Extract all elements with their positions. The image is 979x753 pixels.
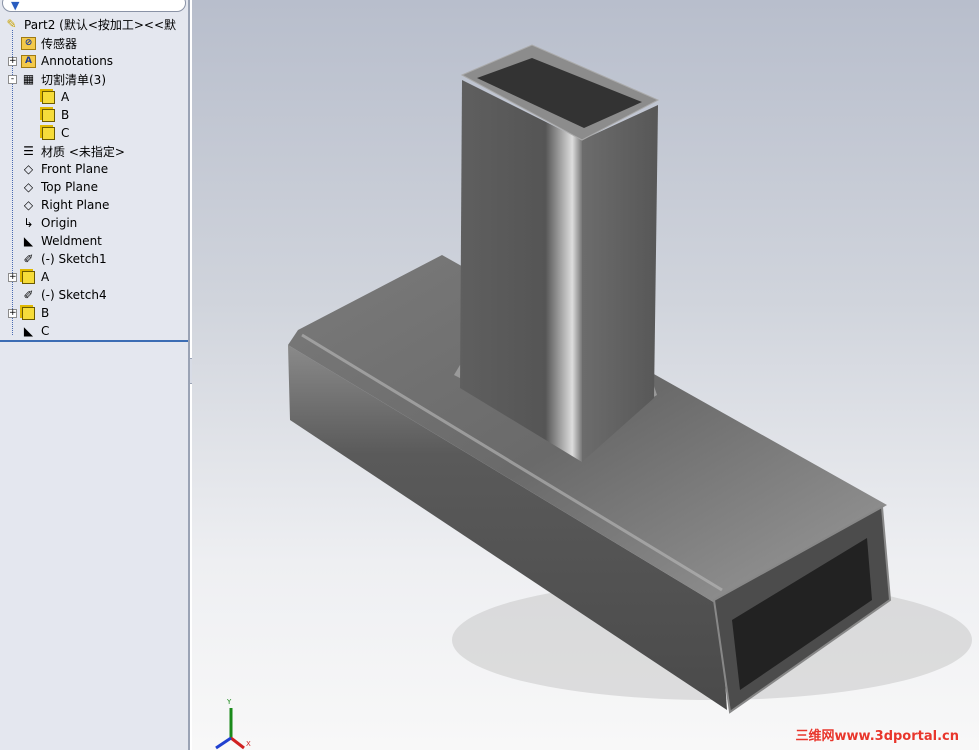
sketch-icon: ✐ bbox=[23, 252, 34, 266]
cut-list-item-icon bbox=[40, 89, 57, 105]
feature-manager-tree: ▼ ✎ Part2 (默认<按加工><<默 ⊘ 传感器 + A Annotations -… bbox=[0, 0, 197, 750]
coordinate-triad: Y X bbox=[204, 698, 254, 750]
tree-item[interactable]: - ▦ 切割清单(3) bbox=[8, 70, 106, 88]
tree-item[interactable]: ◇ Top Plane bbox=[20, 178, 98, 196]
tree-item[interactable]: + A Annotations bbox=[8, 52, 114, 70]
structural-member-icon bbox=[20, 269, 37, 285]
tree-item-label: Weldment bbox=[41, 234, 102, 248]
triad-x-label: X bbox=[246, 740, 251, 748]
structural-member-icon bbox=[20, 305, 37, 321]
tree-item[interactable]: + B bbox=[8, 304, 50, 322]
root-label: Part2 (默认<按加工><<默 bbox=[24, 17, 177, 32]
tree-end-separator bbox=[0, 340, 188, 342]
tree-item-label: B bbox=[61, 108, 70, 122]
collapse-icon[interactable]: - bbox=[8, 74, 17, 84]
tree-item[interactable]: B bbox=[40, 106, 69, 124]
trim-extend-icon: ◣ bbox=[23, 324, 34, 338]
graphics-viewport[interactable]: Y X 三维网www.3dportal.cn bbox=[192, 0, 979, 750]
tree-item-label: C bbox=[61, 126, 70, 140]
tree-item-label: B bbox=[41, 306, 50, 320]
material-icon: ☰ bbox=[23, 144, 34, 158]
tree-item-label: (-) Sketch4 bbox=[41, 288, 107, 302]
tree-item[interactable]: A bbox=[40, 88, 69, 106]
plane-icon: ◇ bbox=[23, 198, 34, 212]
weldment-model bbox=[288, 44, 972, 714]
tree-item[interactable]: + A bbox=[8, 268, 50, 286]
tree-item[interactable]: C bbox=[40, 124, 69, 142]
cut-list-item-icon bbox=[40, 107, 57, 123]
expand-icon[interactable]: + bbox=[8, 56, 17, 66]
expand-icon[interactable]: + bbox=[8, 272, 17, 282]
tree-item-label: C bbox=[41, 324, 50, 338]
tree-item[interactable]: ◣ C bbox=[20, 322, 50, 340]
tree-item[interactable]: ✐ (-) Sketch4 bbox=[20, 286, 107, 304]
tree-item-label: A bbox=[61, 90, 70, 104]
tree-item-label: (-) Sketch1 bbox=[41, 252, 107, 266]
tree-filter[interactable]: ▼ bbox=[2, 0, 186, 12]
tree-item[interactable]: ☰ 材质 <未指定> bbox=[20, 142, 125, 160]
tree-item[interactable]: ↳ Origin bbox=[20, 214, 77, 232]
tree-item-label: Annotations bbox=[41, 54, 114, 68]
tree-item[interactable]: ⊘ 传感器 bbox=[20, 34, 77, 52]
tree-item-label: Origin bbox=[41, 216, 78, 230]
tree-item-label: Top Plane bbox=[41, 180, 98, 194]
tree-item-label: 传感器 bbox=[41, 36, 78, 51]
funnel-icon[interactable]: ▼ bbox=[11, 0, 19, 12]
sketch-icon: ✐ bbox=[23, 288, 34, 302]
origin-icon: ↳ bbox=[23, 216, 34, 230]
cut-list-icon: ▦ bbox=[22, 72, 35, 86]
tree-item-label: 材质 <未指定> bbox=[41, 144, 125, 159]
sensor-folder-icon: ⊘ bbox=[20, 35, 37, 51]
tree-item-label: Right Plane bbox=[41, 198, 110, 212]
weldment-icon: ◣ bbox=[23, 234, 34, 248]
tree-item[interactable]: ✐ (-) Sketch1 bbox=[20, 250, 107, 268]
tree-item[interactable]: ◇ Front Plane bbox=[20, 160, 108, 178]
annotations-folder-icon: A bbox=[20, 53, 37, 69]
triad-y-label: Y bbox=[227, 698, 232, 706]
cut-list-item-icon bbox=[40, 125, 57, 141]
watermark: 三维网www.3dportal.cn bbox=[795, 729, 959, 744]
tree-item[interactable]: ◣ Weldment bbox=[20, 232, 102, 250]
tree-item[interactable]: ◇ Right Plane bbox=[20, 196, 109, 214]
plane-icon: ◇ bbox=[23, 180, 34, 194]
tree-item-label: Front Plane bbox=[41, 162, 109, 176]
tree-item-label: A bbox=[41, 270, 50, 284]
expand-icon[interactable]: + bbox=[8, 308, 17, 318]
tree-root[interactable]: ✎ Part2 (默认<按加工><<默 bbox=[3, 15, 176, 33]
tree-item-label: 切割清单(3) bbox=[41, 72, 106, 87]
plane-icon: ◇ bbox=[23, 162, 34, 176]
